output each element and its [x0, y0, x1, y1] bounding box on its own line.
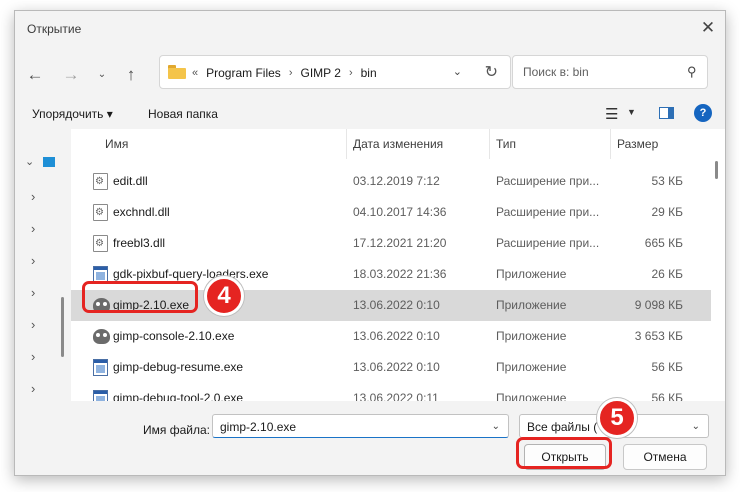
- column-header-size[interactable]: Размер: [611, 129, 701, 159]
- exe-file-icon: [93, 390, 108, 401]
- filename-field[interactable]: gimp-2.10.exe ⌄: [212, 414, 509, 438]
- file-type: Приложение: [496, 360, 567, 374]
- file-size: 3 653 КБ: [634, 329, 683, 343]
- file-type: Расширение при...: [496, 236, 600, 250]
- file-size: 29 КБ: [651, 205, 683, 219]
- tree-expand-chevron-icon[interactable]: ›: [31, 253, 35, 268]
- navigation-scrollbar[interactable]: [61, 297, 64, 357]
- dialog-title: Открытие: [27, 22, 82, 36]
- overflow-chevron-icon[interactable]: «: [192, 67, 198, 79]
- step-5-badge: 5: [597, 398, 637, 438]
- address-dropdown-chevron-icon[interactable]: ⌄: [453, 65, 462, 78]
- breadcrumb-gimp-2[interactable]: GIMP 2: [300, 66, 340, 80]
- dll-file-icon: [93, 235, 108, 252]
- file-name: freebl3.dll: [113, 236, 166, 250]
- file-date: 13.06.2022 0:10: [353, 329, 440, 343]
- address-bar[interactable]: « Program Files › GIMP 2 › bin ⌄ ↻: [159, 55, 511, 89]
- gimp-icon: [93, 329, 110, 344]
- help-icon[interactable]: ?: [694, 104, 712, 122]
- file-name: gimp-console-2.10.exe: [113, 329, 235, 343]
- file-date: 17.12.2021 21:20: [353, 236, 447, 250]
- column-header-type[interactable]: Тип: [490, 129, 611, 159]
- file-list-scrollbar[interactable]: [713, 129, 721, 401]
- tree-expanded-chevron-icon[interactable]: ⌄: [25, 155, 34, 168]
- view-options-chevron-icon[interactable]: ▼: [627, 107, 636, 117]
- highlight-open-button: [516, 437, 612, 469]
- title-bar: Открытие ✕: [15, 11, 725, 47]
- tree-expand-chevron-icon[interactable]: ›: [31, 317, 35, 332]
- file-name: exchndl.dll: [113, 205, 170, 219]
- dll-file-icon: [93, 173, 108, 190]
- file-size: 56 КБ: [651, 360, 683, 374]
- breadcrumb-separator-icon[interactable]: ›: [289, 67, 293, 79]
- file-name: gimp-debug-resume.exe: [113, 360, 244, 374]
- this-pc-icon[interactable]: [43, 157, 55, 167]
- search-icon[interactable]: ⚲: [687, 64, 697, 80]
- file-name: gdk-pixbuf-query-loaders.exe: [113, 267, 269, 281]
- back-arrow-icon[interactable]: ←: [23, 63, 47, 87]
- filename-label: Имя файла:: [143, 423, 210, 437]
- file-list: ^ Имя Дата изменения Тип Размер edit.dll…: [71, 129, 725, 401]
- file-date: 18.03.2022 21:36: [353, 267, 447, 281]
- tree-expand-chevron-icon[interactable]: ›: [31, 285, 35, 300]
- column-header-date[interactable]: Дата изменения: [347, 129, 490, 159]
- up-arrow-icon[interactable]: ↑: [119, 63, 143, 87]
- search-input[interactable]: [523, 65, 673, 79]
- tree-expand-chevron-icon[interactable]: ›: [31, 221, 35, 236]
- file-date: 03.12.2019 7:12: [353, 174, 440, 188]
- search-box[interactable]: ⚲: [512, 55, 708, 89]
- file-type: Расширение при...: [496, 205, 600, 219]
- new-folder-button[interactable]: Новая папка: [148, 107, 218, 121]
- refresh-icon[interactable]: ↻: [485, 62, 498, 82]
- file-size: 26 КБ: [651, 267, 683, 281]
- file-row-gimp-debug-resume[interactable]: gimp-debug-resume.exe 13.06.2022 0:10 Пр…: [71, 352, 711, 383]
- file-date: 13.06.2022 0:11: [353, 391, 439, 401]
- file-date: 13.06.2022 0:10: [353, 360, 440, 374]
- preview-pane-icon[interactable]: [659, 107, 674, 119]
- file-size: 53 КБ: [651, 174, 683, 188]
- file-row-gimp-console[interactable]: gimp-console-2.10.exe 13.06.2022 0:10 Пр…: [71, 321, 711, 352]
- file-name: edit.dll: [113, 174, 148, 188]
- exe-file-icon: [93, 359, 108, 376]
- file-type: Приложение: [496, 329, 567, 343]
- file-row-edit-dll[interactable]: edit.dll 03.12.2019 7:12 Расширение при.…: [71, 166, 711, 197]
- recent-locations-chevron-icon[interactable]: ⌄: [90, 63, 114, 87]
- file-type: Приложение: [496, 298, 567, 312]
- column-header-name[interactable]: Имя: [99, 129, 347, 159]
- folder-icon: [168, 65, 186, 79]
- view-options-icon[interactable]: ☰: [605, 105, 618, 123]
- close-icon[interactable]: ✕: [697, 17, 719, 39]
- file-type: Приложение: [496, 391, 567, 401]
- tree-expand-chevron-icon[interactable]: ›: [31, 349, 35, 364]
- file-date: 04.10.2017 14:36: [353, 205, 447, 219]
- tree-expand-chevron-icon[interactable]: ›: [31, 189, 35, 204]
- command-bar: Упорядочить ▾ Новая папка ☰ ▼ ?: [15, 101, 725, 127]
- filename-value: gimp-2.10.exe: [220, 420, 297, 434]
- organize-button[interactable]: Упорядочить ▾: [32, 107, 113, 121]
- step-4-badge: 4: [204, 276, 244, 316]
- navigation-pane: ⌄ › › › › › › ›: [15, 129, 69, 401]
- breadcrumb: « Program Files › GIMP 2 › bin: [192, 66, 377, 80]
- dll-file-icon: [93, 204, 108, 221]
- file-date: 13.06.2022 0:10: [353, 298, 440, 312]
- tree-expand-chevron-icon[interactable]: ›: [31, 381, 35, 396]
- forward-arrow-icon[interactable]: →: [59, 63, 83, 87]
- filename-dropdown-chevron-icon[interactable]: ⌄: [492, 421, 500, 432]
- scrollbar-thumb[interactable]: [715, 161, 718, 179]
- file-type: Расширение при...: [496, 174, 600, 188]
- file-row-exchndl-dll[interactable]: exchndl.dll 04.10.2017 14:36 Расширение …: [71, 197, 711, 228]
- file-type: Приложение: [496, 267, 567, 281]
- breadcrumb-bin[interactable]: bin: [361, 66, 377, 80]
- breadcrumb-separator-icon[interactable]: ›: [349, 67, 353, 79]
- highlight-selected-file: [82, 281, 198, 313]
- file-size: 665 КБ: [644, 236, 683, 250]
- file-type-chevron-icon[interactable]: ⌄: [692, 421, 700, 432]
- cancel-button[interactable]: Отмена: [623, 444, 707, 470]
- breadcrumb-program-files[interactable]: Program Files: [206, 66, 281, 80]
- file-name: gimp-debug-tool-2.0.exe: [113, 391, 244, 401]
- file-size: 9 098 КБ: [634, 298, 683, 312]
- file-row-freebl3-dll[interactable]: freebl3.dll 17.12.2021 21:20 Расширение …: [71, 228, 711, 259]
